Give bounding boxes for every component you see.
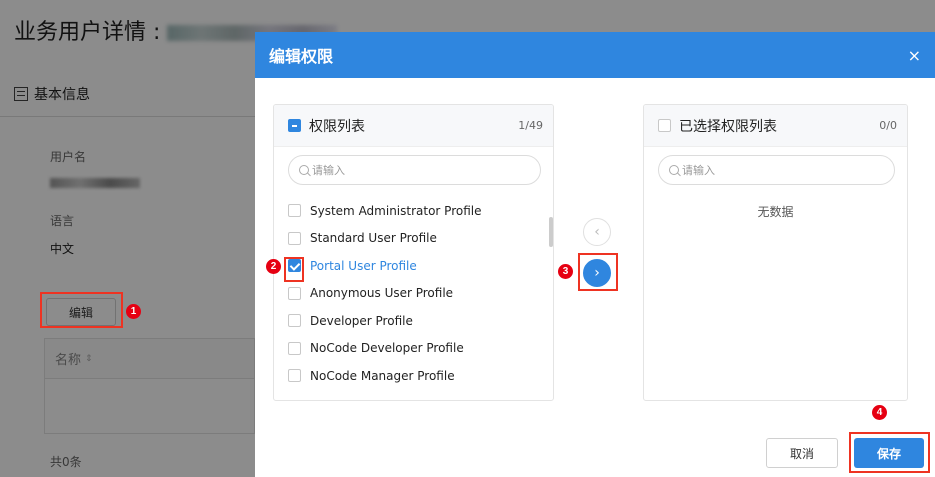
dialog-title: 编辑权限	[269, 47, 334, 66]
item-label: Anonymous User Profile	[310, 286, 454, 301]
item-checkbox[interactable]	[288, 369, 301, 383]
item-checkbox[interactable]	[288, 286, 301, 300]
item-checkbox[interactable]	[288, 341, 301, 355]
select-all-checkbox[interactable]	[288, 119, 301, 132]
item-label: NoCode Manager Profile	[310, 368, 455, 383]
close-icon[interactable]: ×	[908, 46, 921, 65]
list-scrollbar[interactable]	[549, 217, 553, 247]
list-item[interactable]: Portal User Profile	[288, 252, 553, 280]
annotation-box-checkbox	[284, 257, 304, 282]
selected-list-title: 已选择权限列表	[679, 118, 777, 135]
selected-search[interactable]	[658, 155, 895, 185]
item-label: NoCode Developer Profile	[310, 341, 464, 356]
item-label: Standard User Profile	[310, 231, 437, 246]
permission-search-input[interactable]	[312, 163, 512, 177]
step-badge-3: 3	[558, 264, 573, 279]
selected-permission-panel: 已选择权限列表 0/0 无数据	[643, 104, 908, 401]
selected-list-header: 已选择权限列表 0/0	[644, 105, 907, 147]
permission-list: System Administrator Profile Standard Us…	[274, 197, 553, 390]
annotation-box-save	[849, 432, 930, 473]
permission-list-count: 1/49	[518, 119, 543, 132]
dialog-header: 编辑权限 ×	[255, 32, 935, 78]
cancel-button[interactable]: 取消	[766, 438, 838, 468]
permission-search[interactable]	[288, 155, 541, 185]
item-label: System Administrator Profile	[310, 203, 482, 218]
step-badge-4: 4	[872, 405, 887, 420]
step-badge-1: 1	[126, 304, 141, 319]
annotation-box-move	[578, 253, 618, 291]
move-left-button[interactable]: ‹	[583, 218, 611, 246]
search-icon	[299, 165, 309, 175]
empty-state: 无数据	[757, 205, 794, 219]
list-item[interactable]: Developer Profile	[288, 307, 553, 335]
chevron-left-icon: ‹	[594, 224, 600, 240]
item-checkbox[interactable]	[288, 231, 301, 245]
item-label: Portal User Profile	[310, 258, 417, 273]
item-label: Developer Profile	[310, 313, 413, 328]
select-all-selected-checkbox[interactable]	[658, 119, 671, 132]
list-item[interactable]: System Administrator Profile	[288, 197, 553, 225]
permission-list-header: 权限列表 1/49	[274, 105, 553, 147]
annotation-box-edit	[40, 292, 123, 328]
step-badge-2: 2	[266, 259, 281, 274]
selected-search-input[interactable]	[682, 163, 882, 177]
item-checkbox[interactable]	[288, 314, 301, 328]
permission-list-panel: 权限列表 1/49 System Administrator Profile S…	[273, 104, 554, 401]
list-item[interactable]: NoCode Manager Profile	[288, 362, 553, 390]
list-item[interactable]: Anonymous User Profile	[288, 280, 553, 308]
item-checkbox[interactable]	[288, 204, 301, 218]
list-item[interactable]: NoCode Developer Profile	[288, 335, 553, 363]
selected-list-count: 0/0	[879, 119, 897, 132]
permission-list-title: 权限列表	[309, 118, 365, 135]
list-item[interactable]: Standard User Profile	[288, 225, 553, 253]
search-icon	[669, 165, 679, 175]
